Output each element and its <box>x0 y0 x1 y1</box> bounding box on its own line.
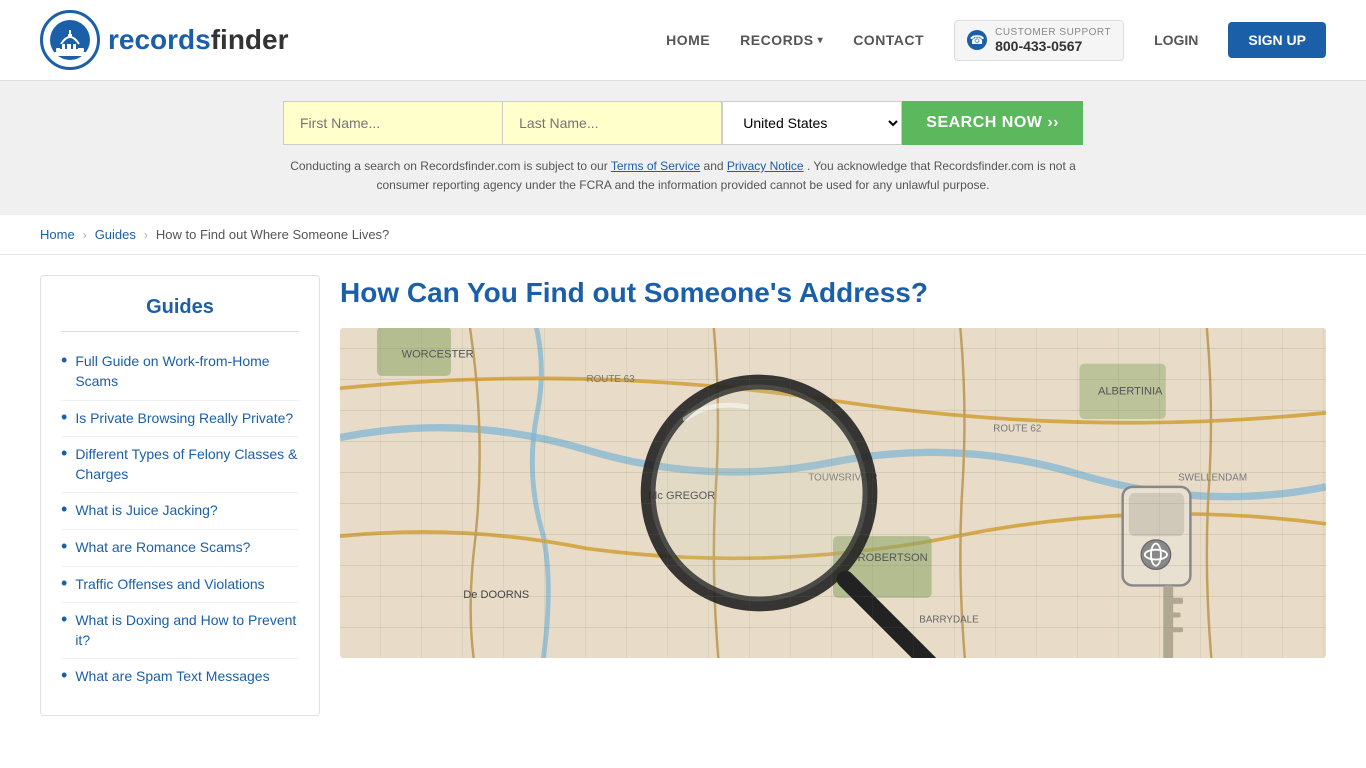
svg-text:De DOORNS: De DOORNS <box>463 589 529 601</box>
login-button[interactable]: LOGIN <box>1154 32 1198 48</box>
records-chevron: ▾ <box>818 35 824 46</box>
list-item: • Traffic Offenses and Violations <box>61 567 299 604</box>
sidebar-link-romance-scams[interactable]: What are Romance Scams? <box>75 538 250 558</box>
list-item: • What is Doxing and How to Prevent it? <box>61 603 299 659</box>
svg-text:TOUWSRIVIER: TOUWSRIVIER <box>808 472 877 483</box>
breadcrumb: Home › Guides › How to Find out Where So… <box>0 215 1366 255</box>
svg-text:ALBERTINIA: ALBERTINIA <box>1098 385 1163 397</box>
sidebar-link-juice-jacking[interactable]: What is Juice Jacking? <box>75 501 217 521</box>
bullet-icon: • <box>61 407 67 428</box>
sidebar-link-doxing[interactable]: What is Doxing and How to Prevent it? <box>75 611 299 650</box>
svg-text:ROUTE 63: ROUTE 63 <box>587 374 636 385</box>
sidebar: Guides • Full Guide on Work-from-Home Sc… <box>40 275 320 716</box>
list-item: • Full Guide on Work-from-Home Scams <box>61 344 299 400</box>
signup-button[interactable]: SIGN UP <box>1228 22 1326 58</box>
sidebar-link-felony[interactable]: Different Types of Felony Classes & Char… <box>75 445 299 484</box>
search-form: United States SEARCH NOW ›› <box>283 101 1083 145</box>
list-item: • What are Spam Text Messages <box>61 659 299 695</box>
svg-text:ROUTE 62: ROUTE 62 <box>993 423 1041 434</box>
sidebar-link-workfromhome[interactable]: Full Guide on Work-from-Home Scams <box>75 352 299 391</box>
main-content: Guides • Full Guide on Work-from-Home Sc… <box>0 255 1366 736</box>
list-item: • Different Types of Felony Classes & Ch… <box>61 437 299 493</box>
bullet-icon: • <box>61 350 67 371</box>
svg-text:Mc GREGOR: Mc GREGOR <box>648 490 715 502</box>
search-disclaimer: Conducting a search on Recordsfinder.com… <box>283 157 1083 195</box>
first-name-input[interactable] <box>283 101 502 145</box>
last-name-input[interactable] <box>502 101 722 145</box>
logo-icon <box>40 10 100 70</box>
svg-text:WORCESTER: WORCESTER <box>402 348 474 360</box>
sidebar-link-traffic[interactable]: Traffic Offenses and Violations <box>75 575 264 595</box>
svg-text:SWELLENDAM: SWELLENDAM <box>1178 472 1247 483</box>
article-image: WORCESTER ROBERTSON ALBERTINIA ROUTE 63 … <box>340 328 1326 658</box>
nav-home[interactable]: HOME <box>666 32 710 48</box>
bullet-icon: • <box>61 573 67 594</box>
search-section: United States SEARCH NOW ›› Conducting a… <box>0 81 1366 215</box>
logo-text: recordsfinder <box>108 24 289 56</box>
customer-support: ☎ CUSTOMER SUPPORT 800-433-0567 <box>954 20 1124 61</box>
list-item: • What is Juice Jacking? <box>61 493 299 530</box>
sidebar-list: • Full Guide on Work-from-Home Scams • I… <box>61 344 299 695</box>
list-item: • What are Romance Scams? <box>61 530 299 567</box>
bullet-icon: • <box>61 609 67 630</box>
article: How Can You Find out Someone's Address? <box>340 275 1326 716</box>
breadcrumb-current: How to Find out Where Someone Lives? <box>156 227 389 242</box>
support-label: CUSTOMER SUPPORT <box>995 27 1111 38</box>
logo[interactable]: recordsfinder <box>40 10 289 70</box>
privacy-link[interactable]: Privacy Notice <box>727 159 804 173</box>
sidebar-link-spam[interactable]: What are Spam Text Messages <box>75 667 269 687</box>
nav-contact[interactable]: CONTACT <box>853 32 924 48</box>
sidebar-title: Guides <box>61 296 299 332</box>
breadcrumb-sep-2: › <box>144 228 148 242</box>
state-select[interactable]: United States <box>722 101 902 145</box>
header: recordsfinder HOME RECORDS ▾ CONTACT ☎ C… <box>0 0 1366 81</box>
article-title: How Can You Find out Someone's Address? <box>340 275 1326 311</box>
support-number: 800-433-0567 <box>995 38 1111 54</box>
bullet-icon: • <box>61 499 67 520</box>
bullet-icon: • <box>61 665 67 686</box>
breadcrumb-sep-1: › <box>83 228 87 242</box>
list-item: • Is Private Browsing Really Private? <box>61 401 299 438</box>
sidebar-link-private-browsing[interactable]: Is Private Browsing Really Private? <box>75 409 293 429</box>
search-button[interactable]: SEARCH NOW ›› <box>902 101 1083 145</box>
svg-text:BARRYDALE: BARRYDALE <box>919 614 979 625</box>
bullet-icon: • <box>61 443 67 464</box>
tos-link[interactable]: Terms of Service <box>611 159 700 173</box>
nav-records[interactable]: RECORDS ▾ <box>740 32 823 48</box>
breadcrumb-home[interactable]: Home <box>40 227 75 242</box>
svg-text:ROBERTSON: ROBERTSON <box>858 552 928 564</box>
bullet-icon: • <box>61 536 67 557</box>
breadcrumb-guides[interactable]: Guides <box>95 227 136 242</box>
phone-icon: ☎ <box>967 30 987 50</box>
main-nav: HOME RECORDS ▾ CONTACT ☎ CUSTOMER SUPPOR… <box>666 20 1326 61</box>
